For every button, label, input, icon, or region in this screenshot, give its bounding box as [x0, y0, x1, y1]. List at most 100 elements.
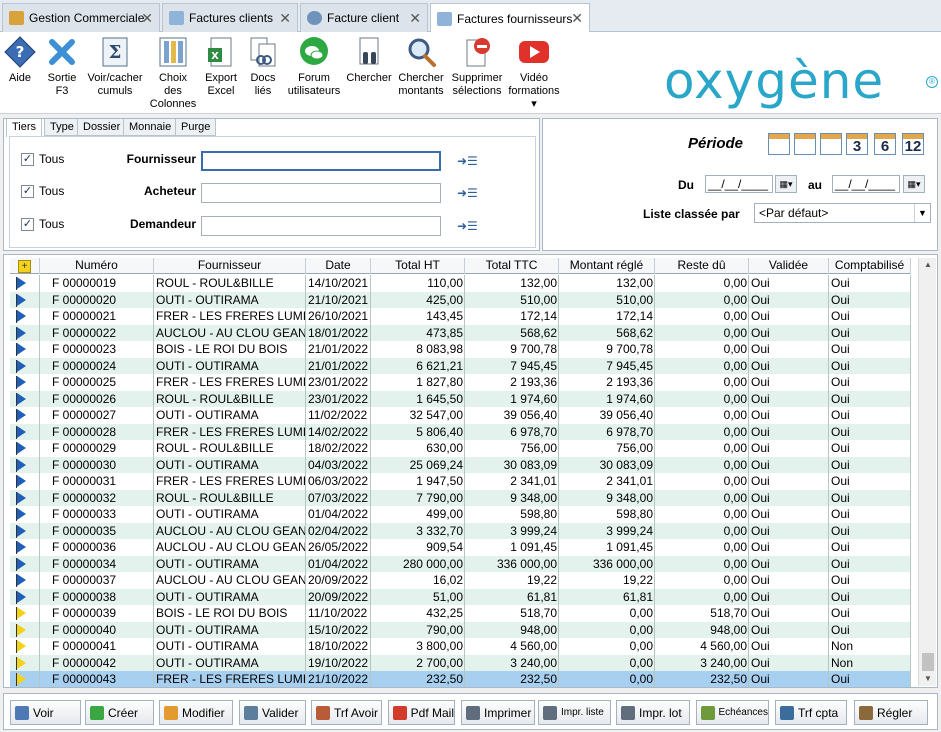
tab-factures-clients[interactable]: Factures clients ✕ — [162, 3, 298, 32]
scroll-up-icon[interactable]: ▲ — [919, 258, 937, 272]
table-row[interactable]: F 00000034 OUTI - OUTIRAMA 01/04/2022 280 0… — [10, 555, 911, 572]
echeances-button[interactable]: Echéances — [696, 700, 769, 725]
regler-button[interactable]: Régler — [854, 700, 928, 725]
table-row[interactable]: F 00000041 OUTI - OUTIRAMA 18/10/2022 3 800… — [10, 638, 911, 655]
cell-total-ttc: 948,00 — [465, 621, 559, 638]
filter-tab-monnaie[interactable]: Monnaie — [123, 119, 178, 136]
trfavoir-button[interactable]: Trf Avoir — [311, 700, 382, 725]
docs-lies-button[interactable]: Docs liés — [246, 36, 280, 98]
imprliste-button[interactable]: Impr. liste — [538, 700, 611, 725]
column-header-total-ht[interactable]: Total HT — [371, 258, 465, 274]
calendar-3-icon[interactable]: 3 — [846, 133, 868, 155]
sortie-button[interactable]: Sortie F3 — [45, 36, 79, 98]
fournisseur-input[interactable] — [201, 151, 441, 171]
filter-tab-purge[interactable]: Purge — [175, 119, 217, 136]
table-row[interactable]: F 00000039 BOIS - LE ROI DU BOIS 11/10/202… — [10, 605, 911, 622]
chevron-down-icon[interactable]: ▾ — [531, 98, 537, 111]
calendar-week-icon[interactable] — [794, 133, 816, 155]
aide-button[interactable]: ? Aide — [3, 36, 37, 85]
table-row[interactable]: F 00000021 FRER - LES FRERES LUMI 26/10/20… — [10, 308, 911, 325]
cell-reste-du: 948,00 — [655, 621, 749, 638]
table-row[interactable]: F 00000027 OUTI - OUTIRAMA 11/02/2022 32 54… — [10, 407, 911, 424]
column-header-montant-regle[interactable]: Montant réglé — [559, 258, 655, 274]
date-au-input[interactable]: __/__/____ — [832, 175, 900, 193]
choix-colonnes-button[interactable]: Choix des Colonnes — [150, 36, 196, 111]
date-du-input[interactable]: __/__/____ — [705, 175, 773, 193]
table-row[interactable]: F 00000032 ROUL - ROUL&BILLE 07/03/2022 7 7… — [10, 489, 911, 506]
fournisseur-tous-checkbox[interactable]: ✓ Tous — [21, 148, 64, 170]
column-header-numero[interactable]: Numéro — [40, 258, 154, 274]
close-icon[interactable]: ✕ — [141, 10, 153, 27]
chercher-button[interactable]: Chercher — [346, 36, 392, 85]
list-picker-icon[interactable]: ➜☰ — [457, 219, 478, 233]
tab-facture-client[interactable]: Facture client ✕ — [300, 3, 428, 32]
calendar-6-icon[interactable]: 6 — [874, 133, 896, 155]
table-row[interactable]: F 00000026 ROUL - ROUL&BILLE 23/01/2022 1 6… — [10, 390, 911, 407]
table-row[interactable]: F 00000043 FRER - LES FRERES LUMI 21/10/20… — [10, 671, 911, 687]
demandeur-input[interactable] — [201, 216, 441, 236]
sort-select[interactable]: <Par défaut> ▼ — [754, 203, 931, 223]
imprlot-button[interactable]: Impr. lot — [616, 700, 690, 725]
column-header-date[interactable]: Date — [306, 258, 371, 274]
vertical-scrollbar[interactable]: ▲ ▼ — [918, 258, 936, 686]
table-row[interactable]: F 00000042 OUTI - OUTIRAMA 19/10/2022 2 700… — [10, 654, 911, 671]
close-icon[interactable]: ✕ — [409, 10, 421, 27]
imprimer-label: Imprimer — [484, 705, 532, 720]
table-row[interactable]: F 00000023 BOIS - LE ROI DU BOIS 21/01/202… — [10, 341, 911, 358]
trfcpta-button[interactable]: Trf cpta — [775, 700, 847, 725]
list-picker-icon[interactable]: ➜☰ — [457, 186, 478, 200]
voir-button[interactable]: Voir — [10, 700, 81, 725]
scroll-thumb[interactable] — [922, 653, 934, 671]
valider-button[interactable]: Valider — [239, 700, 306, 725]
table-row[interactable]: F 00000040 OUTI - OUTIRAMA 15/10/2022 790,0… — [10, 621, 911, 638]
calendar-dropdown-icon[interactable]: ▦▾ — [903, 175, 925, 193]
forum-button[interactable]: Forum utilisateurs — [288, 36, 340, 98]
column-header-comptabilise[interactable]: Comptabilisé — [829, 258, 911, 274]
calendar-day-icon[interactable] — [768, 133, 790, 155]
table-row[interactable]: F 00000028 FRER - LES FRERES LUMI 14/02/20… — [10, 423, 911, 440]
tab-gestion-commerciale[interactable]: Gestion Commerciale ✕ — [2, 3, 160, 32]
close-icon[interactable]: ✕ — [279, 10, 291, 27]
video-formations-button[interactable]: Vidéo formations ▾ — [507, 36, 561, 111]
supprimer-selections-button[interactable]: Supprimer sélections — [450, 36, 504, 98]
filter-tab-tiers[interactable]: Tiers — [6, 119, 43, 137]
table-row[interactable]: F 00000024 OUTI - OUTIRAMA 21/01/2022 6 621… — [10, 357, 911, 374]
column-config-icon[interactable]: + — [10, 258, 40, 274]
creer-button[interactable]: Créer — [85, 700, 154, 725]
calendar-dropdown-icon[interactable]: ▦▾ — [775, 175, 797, 193]
calendar-month-icon[interactable] — [820, 133, 842, 155]
cumuls-button[interactable]: Σ Voir/cacher cumuls — [86, 36, 144, 98]
table-row[interactable]: F 00000022 AUCLOU - AU CLOU GEANT 18/01/20… — [10, 324, 911, 341]
scroll-down-icon[interactable]: ▼ — [919, 672, 937, 686]
table-row[interactable]: F 00000033 OUTI - OUTIRAMA 01/04/2022 499,0… — [10, 506, 911, 523]
table-row[interactable]: F 00000038 OUTI - OUTIRAMA 20/09/2022 51,00… — [10, 588, 911, 605]
list-picker-icon[interactable]: ➜☰ — [457, 154, 478, 168]
column-header-total-ttc[interactable]: Total TTC — [465, 258, 559, 274]
filter-tab-dossier[interactable]: Dossier — [77, 119, 127, 136]
column-header-reste-du[interactable]: Reste dû — [655, 258, 749, 274]
close-icon[interactable]: ✕ — [571, 10, 583, 27]
column-header-validee[interactable]: Validée — [749, 258, 829, 274]
table-row[interactable]: F 00000031 FRER - LES FRERES LUMI 06/03/20… — [10, 473, 911, 490]
table-row[interactable]: F 00000025 FRER - LES FRERES LUMI 23/01/20… — [10, 374, 911, 391]
acheteur-tous-checkbox[interactable]: ✓ Tous — [21, 180, 64, 202]
table-row[interactable]: F 00000020 OUTI - OUTIRAMA 21/10/2021 425,0… — [10, 291, 911, 308]
chercher-montants-button[interactable]: Chercher montants — [397, 36, 445, 98]
table-row[interactable]: F 00000019 ROUL - ROUL&BILLE 14/10/2021 110… — [10, 275, 911, 292]
tab-factures-fournisseurs[interactable]: Factures fournisseurs ✕ — [430, 3, 590, 33]
acheteur-input[interactable] — [201, 183, 441, 203]
demandeur-tous-checkbox[interactable]: ✓ Tous — [21, 213, 64, 235]
pdfmail-button[interactable]: Pdf Mail — [388, 700, 455, 725]
imprimer-button[interactable]: Imprimer — [461, 700, 535, 725]
table-row[interactable]: F 00000037 AUCLOU - AU CLOU GEANT 20/09/20… — [10, 572, 911, 589]
filter-tab-type[interactable]: Type — [44, 119, 80, 136]
column-header-fournisseur[interactable]: Fournisseur — [154, 258, 306, 274]
table-row[interactable]: F 00000030 OUTI - OUTIRAMA 04/03/2022 25 06… — [10, 456, 911, 473]
export-excel-button[interactable]: X Export Excel — [203, 36, 239, 98]
table-row[interactable]: F 00000029 ROUL - ROUL&BILLE 18/02/2022 630… — [10, 440, 911, 457]
table-row[interactable]: F 00000035 AUCLOU - AU CLOU GEANT 02/04/20… — [10, 522, 911, 539]
imprlot-label: Impr. lot — [639, 705, 682, 720]
table-row[interactable]: F 00000036 AUCLOU - AU CLOU GEANT 26/05/20… — [10, 539, 911, 556]
calendar-12-icon[interactable]: 12 — [902, 133, 924, 155]
modifier-button[interactable]: Modifier — [159, 700, 233, 725]
